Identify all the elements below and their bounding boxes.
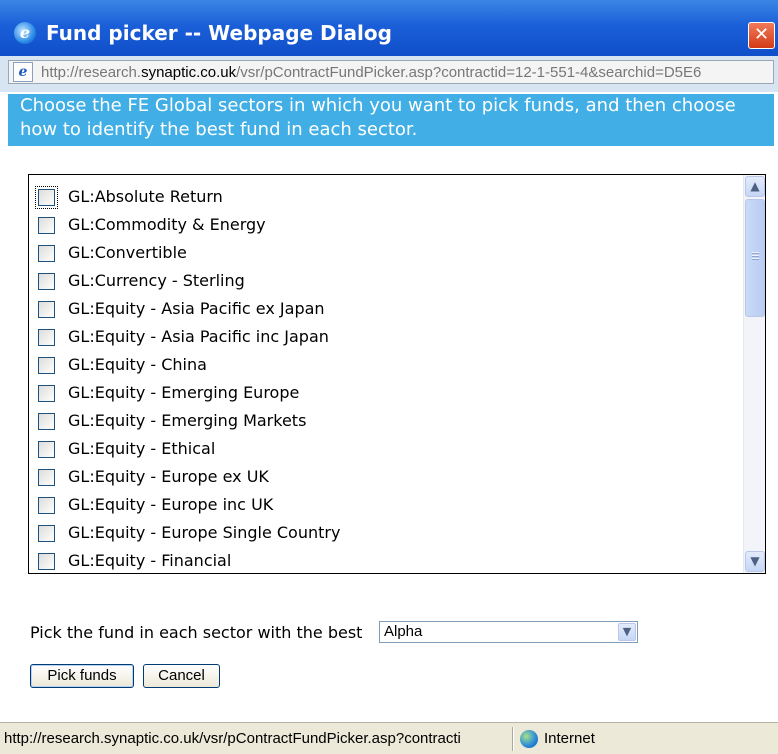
sector-checkbox[interactable] <box>38 329 55 346</box>
sector-checkbox[interactable] <box>38 245 55 262</box>
sector-item[interactable]: GL:Commodity & Energy <box>29 211 739 239</box>
sector-item[interactable]: GL:Equity - Europe inc UK <box>29 491 739 519</box>
close-button[interactable]: ✕ <box>748 22 775 49</box>
sector-label: GL:Equity - Europe inc UK <box>68 495 274 514</box>
sector-checkbox[interactable] <box>38 413 55 430</box>
criteria-select-value: Alpha <box>384 623 423 640</box>
page-icon: e <box>13 62 33 82</box>
sector-label: GL:Equity - Emerging Markets <box>68 411 307 430</box>
cancel-button[interactable]: Cancel <box>143 664 220 688</box>
sector-label: GL:Commodity & Energy <box>68 215 266 234</box>
sector-list-items: GL:Absolute Return GL:Commodity & Energy G… <box>29 175 739 573</box>
sector-label: GL:Equity - China <box>68 355 207 374</box>
status-url: http://research.synaptic.co.uk/vsr/pCont… <box>4 730 461 747</box>
sector-label: GL:Equity - Ethical <box>68 439 216 458</box>
criteria-select[interactable]: Alpha ▼ <box>379 621 638 643</box>
sector-item[interactable]: GL:Equity - Emerging Europe <box>29 379 739 407</box>
address-url: http://research.synaptic.co.uk/vsr/pCont… <box>41 64 702 81</box>
sector-item[interactable]: GL:Equity - China <box>29 351 739 379</box>
sector-checkbox[interactable] <box>38 357 55 374</box>
sector-item[interactable]: GL:Currency - Sterling <box>29 267 739 295</box>
pick-criteria-label: Pick the fund in each sector with the be… <box>30 623 363 642</box>
sector-label: GL:Absolute Return <box>68 187 223 206</box>
sector-label: GL:Equity - Financial <box>68 551 232 570</box>
sector-label: GL:Convertible <box>68 243 187 262</box>
globe-icon <box>520 730 538 748</box>
grip-icon <box>752 252 759 261</box>
sector-item[interactable]: GL:Equity - Asia Pacific ex Japan <box>29 295 739 323</box>
sector-label: GL:Equity - Europe Single Country <box>68 523 341 542</box>
window-title: Fund picker -- Webpage Dialog <box>46 21 392 45</box>
sector-list[interactable]: GL:Absolute Return GL:Commodity & Energy G… <box>28 174 766 574</box>
scroll-thumb[interactable] <box>745 199 765 317</box>
sector-label: GL:Equity - Emerging Europe <box>68 383 300 402</box>
sector-checkbox[interactable] <box>38 273 55 290</box>
status-divider <box>512 727 514 751</box>
sector-label: GL:Equity - Asia Pacific ex Japan <box>68 299 325 318</box>
sector-checkbox[interactable] <box>38 469 55 486</box>
instruction-banner: Choose the FE Global sectors in which yo… <box>8 94 774 146</box>
sector-checkbox[interactable] <box>38 525 55 542</box>
scroll-up-button[interactable]: ▲ <box>745 176 765 197</box>
sector-label: GL:Equity - Asia Pacific inc Japan <box>68 327 329 346</box>
sector-checkbox[interactable] <box>38 553 55 570</box>
sector-item[interactable]: GL:Convertible <box>29 239 739 267</box>
sector-checkbox[interactable] <box>38 301 55 318</box>
status-bar: http://research.synaptic.co.uk/vsr/pCont… <box>0 722 778 754</box>
sector-checkbox[interactable] <box>38 441 55 458</box>
sector-item[interactable]: GL:Equity - Ethical <box>29 435 739 463</box>
sector-item[interactable]: GL:Equity - Emerging Markets <box>29 407 739 435</box>
pick-funds-button[interactable]: Pick funds <box>30 664 134 688</box>
sector-item[interactable]: GL:Equity - Asia Pacific inc Japan <box>29 323 739 351</box>
sector-item[interactable]: GL:Equity - Europe Single Country <box>29 519 739 547</box>
sector-checkbox[interactable] <box>35 186 58 209</box>
sector-checkbox[interactable] <box>38 385 55 402</box>
sector-checkbox[interactable] <box>38 497 55 514</box>
instruction-text: Choose the FE Global sectors in which yo… <box>20 95 736 140</box>
list-scrollbar[interactable]: ▲ ▼ <box>743 175 765 573</box>
sector-item[interactable]: GL:Equity - Financial <box>29 547 739 573</box>
title-bar: e Fund picker -- Webpage Dialog ✕ <box>0 0 778 56</box>
sector-item[interactable]: GL:Absolute Return <box>29 183 739 211</box>
sector-item[interactable]: GL:Equity - Europe ex UK <box>29 463 739 491</box>
sector-label: GL:Currency - Sterling <box>68 271 245 290</box>
sector-label: GL:Equity - Europe ex UK <box>68 467 269 486</box>
sector-checkbox[interactable] <box>38 217 55 234</box>
address-field: e http://research.synaptic.co.uk/vsr/pCo… <box>8 60 774 84</box>
chevron-down-icon[interactable]: ▼ <box>618 623 636 641</box>
ie-icon: e <box>14 22 36 44</box>
scroll-down-button[interactable]: ▼ <box>745 551 765 572</box>
security-zone: Internet <box>544 730 595 747</box>
